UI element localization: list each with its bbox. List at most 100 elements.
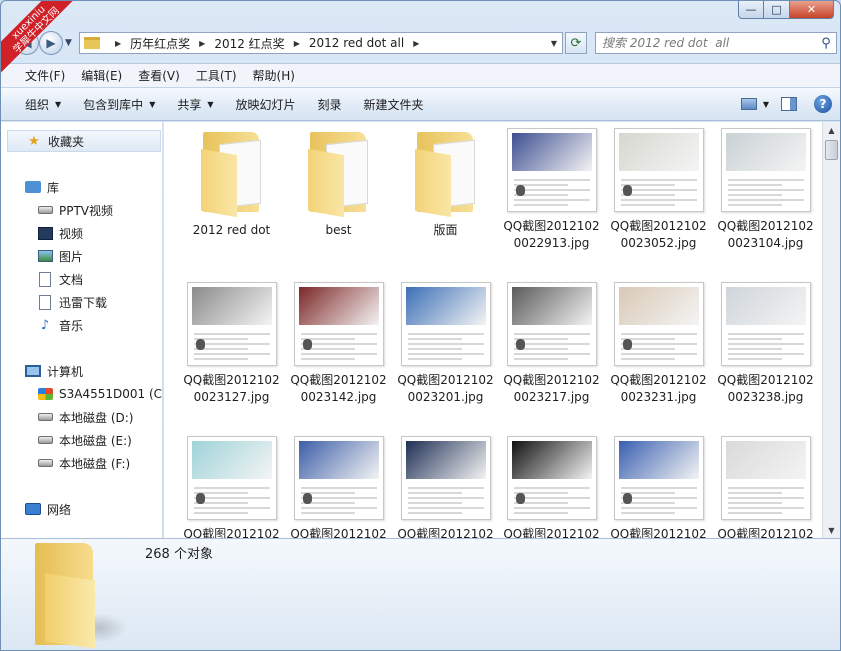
command-button[interactable]: 包含到库中 ▼ xyxy=(75,96,163,113)
breadcrumb-item[interactable]: 2012 红点奖 xyxy=(214,35,284,52)
image-file-item[interactable]: QQ截图20121020023231.jpg xyxy=(605,282,712,406)
image-file-item[interactable]: QQ截图20121020023127.jpg xyxy=(178,282,285,406)
nav-libraries[interactable]: 库 xyxy=(25,176,59,198)
refresh-button[interactable]: ⟳ xyxy=(565,32,587,54)
file-name-label: 2012 red dot xyxy=(192,223,271,237)
image-thumbnail xyxy=(613,282,704,366)
folder-icon xyxy=(84,37,100,49)
preview-pane-button[interactable] xyxy=(772,97,806,111)
image-file-item[interactable]: QQ截图20121020023104.jpg xyxy=(712,128,819,252)
file-name-label: QQ截图20121020023318.jpg xyxy=(717,527,814,538)
menu-item[interactable]: 工具(T) xyxy=(188,67,245,84)
image-file-item[interactable]: QQ截图20121020022913.jpg xyxy=(498,128,605,252)
command-button[interactable]: 共享 ▼ xyxy=(169,96,221,113)
search-input[interactable] xyxy=(602,36,816,50)
address-dropdown[interactable]: ▼ xyxy=(546,39,562,48)
file-name-label: QQ截图20121020023251.jpg xyxy=(290,527,387,538)
close-button[interactable]: ✕ xyxy=(790,1,834,19)
image-file-item[interactable]: QQ截图20121020023052.jpg xyxy=(605,128,712,252)
minimize-button[interactable]: — xyxy=(738,1,764,19)
menu-item[interactable]: 帮助(H) xyxy=(245,67,303,84)
folder-item[interactable]: 2012 red dot xyxy=(178,128,285,239)
hard-drive-icon xyxy=(37,432,53,448)
maximize-button[interactable]: □ xyxy=(764,1,790,19)
image-file-item[interactable]: QQ截图20121020023311.jpg xyxy=(605,436,712,538)
vertical-scrollbar[interactable]: ▲ ▼ xyxy=(822,122,840,538)
nav-library-item[interactable]: ♪ 音乐 xyxy=(37,314,83,336)
command-button[interactable]: 刻录 xyxy=(310,96,350,113)
scroll-down-button[interactable]: ▼ xyxy=(824,522,839,538)
image-file-item[interactable]: QQ截图20121020023318.jpg xyxy=(712,436,819,538)
folder-icon xyxy=(304,128,374,218)
command-label: 组织 xyxy=(25,97,50,112)
file-name-label: QQ截图20121020023142.jpg xyxy=(290,373,387,404)
nav-drive-item[interactable]: 本地磁盘 (F:) xyxy=(37,452,130,474)
breadcrumb-separator[interactable]: ▶ xyxy=(413,39,419,48)
star-icon: ★ xyxy=(28,133,40,149)
recent-pages-dropdown[interactable]: ▼ xyxy=(65,38,72,48)
file-list: 2012 red dot best 版面 QQ截图20121020022913.jpg… xyxy=(164,122,822,538)
image-file-item[interactable]: QQ截图20121020023251.jpg xyxy=(285,436,392,538)
forward-button[interactable]: ▶ xyxy=(39,31,63,55)
image-file-item[interactable]: QQ截图20121020023142.jpg xyxy=(285,282,392,406)
breadcrumb-separator[interactable]: ▶ xyxy=(115,39,121,48)
help-icon: ? xyxy=(814,95,832,113)
help-button[interactable]: ? xyxy=(806,95,840,113)
computer-icon xyxy=(25,363,41,379)
breadcrumb-separator[interactable]: ▶ xyxy=(199,39,205,48)
breadcrumb-item[interactable]: 历年红点奖 xyxy=(130,35,190,52)
image-thumbnail xyxy=(293,282,384,366)
image-thumbnail xyxy=(186,436,277,520)
nav-drive-item[interactable]: S3A4551D001 (C:) xyxy=(37,383,162,405)
hard-drive-icon xyxy=(37,409,53,425)
address-bar[interactable]: ▶ 历年红点奖 ▶ 2012 红点奖 ▶ 2012 red dot all ▶ ▼ xyxy=(79,32,563,54)
folder-item[interactable]: 版面 xyxy=(392,128,499,239)
command-button[interactable]: 新建文件夹 xyxy=(356,96,432,113)
command-button[interactable]: 放映幻灯片 xyxy=(228,96,304,113)
file-name-label: QQ截图20121020023311.jpg xyxy=(610,527,707,538)
image-file-item[interactable]: QQ截图20121020023258.jpg xyxy=(392,436,499,538)
nav-network-label: 网络 xyxy=(47,502,72,517)
folder-item[interactable]: best xyxy=(285,128,392,239)
nav-library-item[interactable]: 视频 xyxy=(37,222,83,244)
nav-library-item[interactable]: 迅雷下载 xyxy=(37,291,107,313)
image-thumbnail xyxy=(720,436,811,520)
search-icon[interactable]: ⚲ xyxy=(816,36,836,51)
change-view-button[interactable]: ▼ xyxy=(738,98,772,110)
nav-library-item[interactable]: 图片 xyxy=(37,245,83,267)
image-file-item[interactable]: QQ截图20121020023217.jpg xyxy=(498,282,605,406)
nav-drive-item[interactable]: 本地磁盘 (E:) xyxy=(37,429,132,451)
preview-pane-icon xyxy=(781,97,797,111)
image-thumbnail xyxy=(720,128,811,212)
scroll-thumb[interactable] xyxy=(825,140,838,160)
nav-network[interactable]: 网络 xyxy=(25,498,71,520)
breadcrumb-item[interactable]: 2012 red dot all xyxy=(309,36,404,50)
command-label: 包含到库中 xyxy=(83,97,144,112)
explorer-window: xuexiniu 学犀牛中文网 — □ ✕ ◀ ▶ ▼ ▶历年红点奖▶2012 … xyxy=(0,0,841,651)
command-label: 刻录 xyxy=(317,97,342,112)
search-box[interactable]: ⚲ xyxy=(595,32,837,54)
nav-computer[interactable]: 计算机 xyxy=(25,360,83,382)
command-label: 共享 xyxy=(177,97,202,112)
chevron-down-icon: ▼ xyxy=(149,99,156,109)
nav-drive-label: 本地磁盘 (D:) xyxy=(59,410,134,425)
nav-library-label: 图片 xyxy=(59,249,84,264)
download-icon xyxy=(37,294,53,310)
nav-computer-label: 计算机 xyxy=(47,364,84,379)
menu-item[interactable]: 文件(F) xyxy=(17,67,73,84)
nav-library-item[interactable]: 文档 xyxy=(37,268,83,290)
image-file-item[interactable]: QQ截图20121020023201.jpg xyxy=(392,282,499,406)
menu-item[interactable]: 查看(V) xyxy=(130,67,188,84)
nav-drive-item[interactable]: 本地磁盘 (D:) xyxy=(37,406,133,428)
scroll-up-button[interactable]: ▲ xyxy=(824,122,839,138)
nav-library-item[interactable]: PPTV视频 xyxy=(37,199,113,221)
image-thumbnail xyxy=(400,282,491,366)
image-file-item[interactable]: QQ截图20121020023304.jpg xyxy=(498,436,605,538)
command-button[interactable]: 组织 ▼ xyxy=(17,96,69,113)
image-thumbnail xyxy=(400,436,491,520)
image-file-item[interactable]: QQ截图20121020023245.jpg xyxy=(178,436,285,538)
nav-favorites[interactable]: ★ 收藏夹 xyxy=(7,130,161,152)
menu-item[interactable]: 编辑(E) xyxy=(73,67,130,84)
breadcrumb-separator[interactable]: ▶ xyxy=(294,39,300,48)
image-file-item[interactable]: QQ截图20121020023238.jpg xyxy=(712,282,819,406)
